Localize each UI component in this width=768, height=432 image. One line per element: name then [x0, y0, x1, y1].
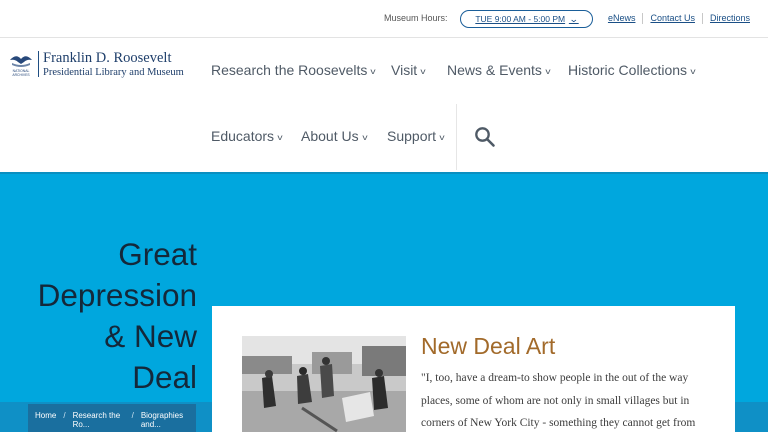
search-icon[interactable] [474, 126, 496, 148]
nav-label: Support [387, 128, 437, 144]
chevron-down-icon: v [370, 66, 377, 76]
chevron-down-icon: v [277, 132, 283, 142]
workers-photo [242, 336, 406, 432]
chevron-down-icon: v [420, 66, 426, 76]
logo-subtitle: Presidential Library and Museum [43, 67, 184, 78]
museum-hours-value: TUE 9:00 AM - 5:00 PM [475, 14, 566, 24]
directions-link[interactable]: Directions [701, 13, 757, 24]
nav-educators[interactable]: Educators v [211, 128, 283, 144]
logo-wordmark: Franklin D. Roosevelt Presidential Libra… [43, 51, 184, 79]
breadcrumb-biographies[interactable]: Biographies and... [141, 411, 191, 432]
nav-label: Educators [211, 128, 275, 144]
chevron-down-icon: v [545, 66, 551, 76]
chevron-down-icon: v [361, 132, 368, 142]
nav-label: News & Events [447, 62, 542, 78]
chevron-down-icon: v [690, 66, 696, 76]
nav-label: Historic Collections [568, 62, 688, 78]
page-title-line: & New [104, 318, 197, 354]
breadcrumb-separator: / [63, 411, 66, 420]
svg-text:ARCHIVES: ARCHIVES [12, 73, 30, 77]
nav-research-the-roosevelts[interactable]: Research the Roosevelts v [211, 62, 377, 78]
chevron-down-icon: ⌄ [568, 13, 579, 24]
utility-links: eNews Contact Us Directions [601, 13, 757, 24]
breadcrumb-home[interactable]: Home [35, 411, 56, 432]
breadcrumb-separator: / [131, 411, 134, 420]
logo-title: Franklin D. Roosevelt [43, 50, 172, 66]
nav-news-events[interactable]: News & Events v [447, 62, 551, 78]
utility-bar: Museum Hours: TUE 9:00 AM - 5:00 PM ⌄ eN… [0, 0, 768, 38]
card-title[interactable]: New Deal Art [421, 333, 555, 360]
nav-label: About Us [301, 128, 359, 144]
page-title-line: Great [118, 236, 197, 272]
chevron-down-icon: v [439, 132, 445, 142]
museum-hours-dropdown[interactable]: TUE 9:00 AM - 5:00 PM ⌄ [460, 10, 593, 28]
feature-card: New Deal Art "I, too, have a dream-to sh… [212, 306, 735, 432]
national-archives-eagle-logo: NATIONAL ARCHIVES [10, 56, 32, 77]
breadcrumb: Home / Research the Ro... / Biographies … [28, 404, 196, 432]
logo-divider [38, 51, 39, 77]
card-quote: "I, too, have a dream-to show people in … [421, 372, 696, 429]
nav-visit[interactable]: Visit v [391, 62, 426, 78]
page-title-line: Depression [37, 277, 197, 313]
nav-historic-collections[interactable]: Historic Collections v [568, 62, 696, 78]
nav-divider [456, 104, 457, 170]
museum-hours-label: Museum Hours: [384, 13, 448, 23]
nav-about-us[interactable]: About Us v [301, 128, 367, 144]
nav-label: Research the Roosevelts [211, 62, 368, 78]
site-logo[interactable]: NATIONAL ARCHIVES Franklin D. Roosevelt … [8, 51, 184, 79]
page-title: Great Depression & New Deal [0, 234, 197, 398]
breadcrumb-research[interactable]: Research the Ro... [73, 411, 125, 432]
nav-support[interactable]: Support v [387, 128, 445, 144]
page-title-line: Deal [132, 359, 197, 395]
nav-label: Visit [391, 62, 418, 78]
contact-us-link[interactable]: Contact Us [642, 13, 702, 24]
enews-link[interactable]: eNews [601, 13, 643, 24]
